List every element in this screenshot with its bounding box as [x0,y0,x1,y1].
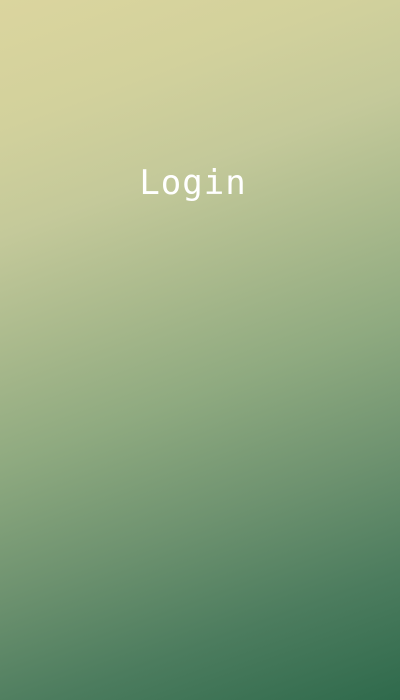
page-title: Login [139,163,247,203]
login-screen: Login [0,0,400,700]
